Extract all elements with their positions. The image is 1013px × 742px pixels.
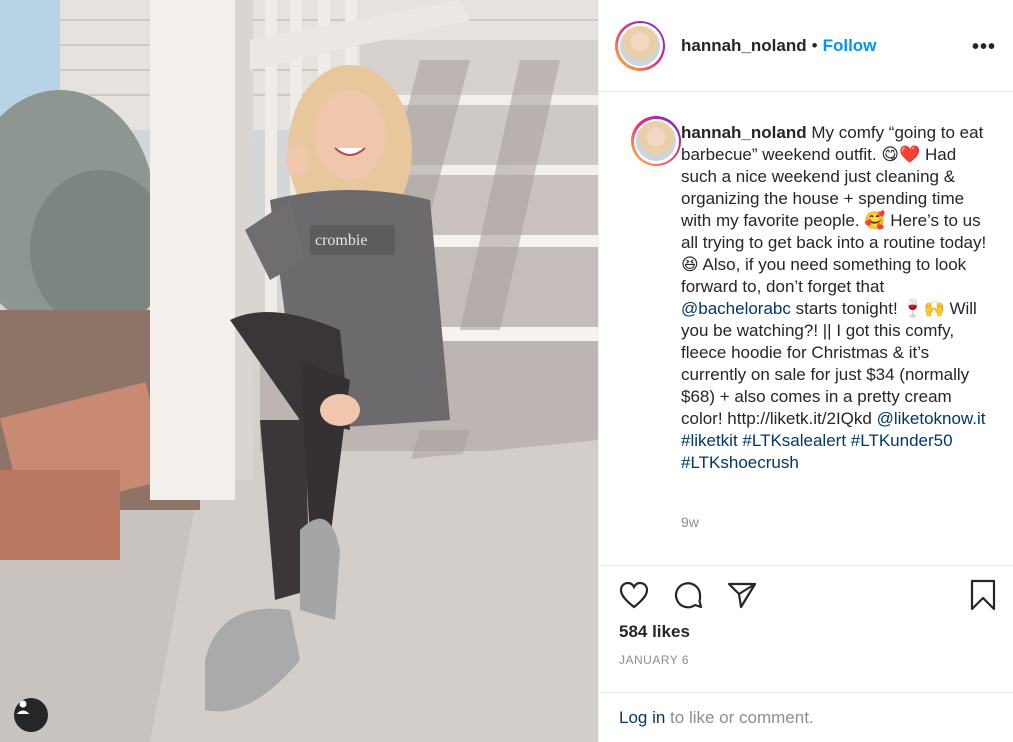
caption-section: hannah_noland My comfy “going to eat bar… — [599, 92, 1013, 565]
mention-liketoknow[interactable]: @liketoknow.it — [877, 409, 986, 428]
user-tag-icon[interactable] — [14, 698, 48, 732]
post-photo[interactable]: crombie — [0, 0, 598, 742]
likes-count[interactable]: 584 likes — [619, 622, 690, 642]
caption-body: My comfy “going to eat barbecue” weekend… — [681, 123, 991, 296]
hashtag-ltksalealert[interactable]: #LTKsalealert — [742, 431, 846, 450]
time-ago[interactable]: 9w — [681, 514, 699, 530]
caption-text: hannah_noland My comfy “going to eat bar… — [681, 122, 993, 474]
follow-button[interactable]: Follow — [823, 36, 877, 56]
avatar[interactable] — [615, 20, 665, 71]
bookmark-icon[interactable] — [966, 578, 1000, 612]
caption-username[interactable]: hannah_noland — [681, 123, 807, 142]
more-options-icon[interactable]: ••• — [972, 36, 996, 59]
login-prompt: Log in to like or comment. — [599, 692, 1013, 742]
header-username[interactable]: hannah_noland — [681, 36, 807, 56]
separator-dot: • — [811, 35, 818, 55]
hashtag-liketkit[interactable]: #liketkit — [681, 431, 738, 450]
mention-bachelorabc[interactable]: @bachelorabc — [681, 299, 791, 318]
post-sidebar: hannah_noland • Follow ••• hannah_noland… — [598, 0, 1013, 742]
hashtag-ltkshoecrush[interactable]: #LTKshoecrush — [681, 453, 799, 472]
comment-icon[interactable] — [671, 578, 705, 612]
heart-icon[interactable] — [617, 578, 651, 612]
caption-avatar[interactable] — [631, 116, 681, 166]
photo-illustration: crombie — [0, 0, 598, 742]
post-header: hannah_noland • Follow ••• — [599, 0, 1013, 92]
hashtag-ltkunder50[interactable]: #LTKunder50 — [851, 431, 953, 450]
svg-text:crombie: crombie — [315, 232, 367, 249]
login-prompt-text: to like or comment. — [665, 708, 814, 727]
paper-plane-icon[interactable] — [725, 578, 759, 612]
post-date: JANUARY 6 — [619, 653, 690, 667]
login-link[interactable]: Log in — [619, 708, 665, 727]
post-actions: 584 likes JANUARY 6 Log in to like or co… — [599, 565, 1013, 742]
